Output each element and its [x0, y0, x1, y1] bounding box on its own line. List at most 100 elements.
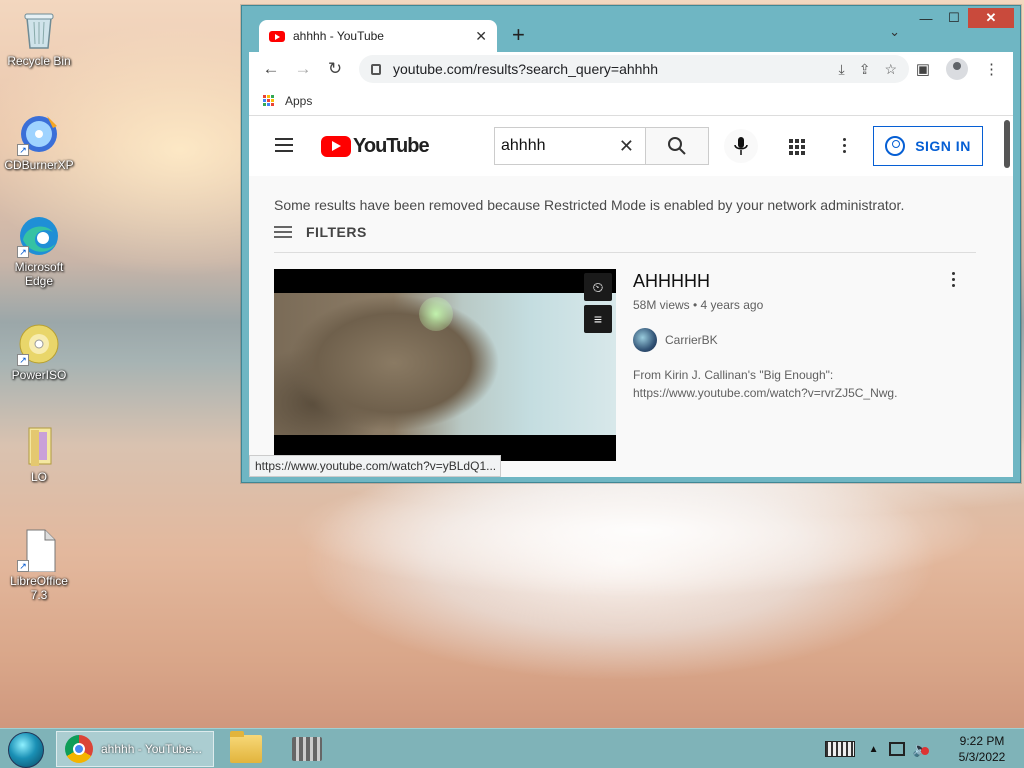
sign-in-button[interactable]: SIGN IN [873, 126, 983, 166]
desktop-icon-label: LO [30, 470, 47, 484]
bookmark-star-icon[interactable]: ☆ [884, 61, 897, 78]
channel-name[interactable]: CarrierBK [665, 333, 718, 347]
youtube-logo-text: YouTube [353, 135, 430, 157]
lens-flare [419, 297, 453, 331]
lock-icon [371, 63, 381, 75]
desktop-icon-label: Microsoft Edge [14, 260, 64, 288]
desktop-icon-poweriso[interactable]: ↗ PowerISO [4, 322, 74, 382]
show-hidden-icons-icon[interactable]: ▲ [869, 744, 879, 755]
folder-icon [17, 424, 61, 468]
youtube-play-icon [321, 136, 351, 157]
desktop-icon-recycle-bin[interactable]: Recycle Bin [4, 8, 74, 68]
search-icon [668, 137, 686, 155]
apps-grid-icon [263, 94, 275, 107]
watch-later-icon[interactable]: ⏲ [584, 273, 612, 301]
taskbar: ahhhh - YouTube... ▲ 🔈 9:22 PM 5/3/2022 [0, 728, 1024, 768]
clear-search-icon[interactable]: ✕ [619, 136, 634, 157]
profile-avatar-icon[interactable] [946, 58, 968, 80]
shortcut-arrow-icon: ↗ [17, 144, 29, 156]
tab-title: ahhhh - YouTube [293, 29, 384, 43]
search-input[interactable]: ahhhh ✕ [494, 127, 646, 165]
control-panel-icon[interactable] [292, 737, 322, 761]
chrome-icon [65, 735, 93, 763]
edge-icon: ↗ [17, 214, 61, 258]
bookmarks-bar: Apps [249, 86, 1013, 116]
disc-icon: ↗ [17, 322, 61, 366]
youtube-apps-icon[interactable] [789, 139, 805, 155]
page-scrollbar[interactable] [1004, 120, 1010, 168]
video-thumbnail[interactable]: ⏲ ≡ [274, 269, 616, 461]
user-circle-icon [885, 136, 906, 156]
channel-avatar[interactable] [633, 328, 657, 352]
description-line: From Kirin J. Callinan's "Big Enough": [633, 368, 834, 382]
back-button[interactable]: ← [255, 59, 287, 79]
description-link[interactable]: https://www.youtube.com/watch?v=rvrZJ5C_… [633, 384, 973, 402]
clock[interactable]: 9:22 PM 5/3/2022 [940, 733, 1024, 765]
address-bar[interactable]: youtube.com/results?search_query=ahhhh ⤓… [359, 55, 909, 83]
add-to-queue-icon[interactable]: ≡ [584, 305, 612, 333]
video-action-menu-icon[interactable] [952, 272, 956, 290]
system-tray: ▲ 🔈 9:22 PM 5/3/2022 [824, 729, 1024, 768]
divider [274, 252, 976, 253]
reload-button[interactable]: ↻ [319, 59, 351, 79]
browser-toolbar: ← → ↻ youtube.com/results?search_query=a… [249, 52, 1013, 86]
close-tab-icon[interactable]: ✕ [475, 28, 487, 45]
install-icon[interactable]: ⤓ [839, 61, 845, 78]
shortcut-arrow-icon: ↗ [17, 560, 29, 572]
taskbar-item-label: ahhhh - YouTube... [101, 742, 202, 756]
filters-label: FILTERS [306, 224, 367, 240]
clock-time: 9:22 PM [959, 734, 1005, 748]
shortcut-arrow-icon: ↗ [17, 246, 29, 258]
video-description: From Kirin J. Callinan's "Big Enough": h… [633, 366, 973, 402]
youtube-logo[interactable]: YouTube [321, 135, 430, 158]
youtube-header: YouTube ahhhh ✕ SIGN IN [249, 116, 1013, 176]
browser-window[interactable]: — ☐ ✕ ahhhh - YouTube ✕ + ⌄ ← → ↻ youtub… [241, 5, 1021, 483]
sign-in-label: SIGN IN [915, 138, 971, 154]
side-panel-icon[interactable]: ▣ [916, 60, 930, 78]
youtube-page: YouTube ahhhh ✕ SIGN IN Some results hav… [249, 116, 1013, 477]
search-query-text: ahhhh [501, 137, 546, 154]
share-icon[interactable]: ⇪ [859, 61, 871, 78]
desktop-icon-lo-folder[interactable]: LO [4, 424, 74, 484]
tab-youtube[interactable]: ahhhh - YouTube ✕ [259, 20, 497, 52]
channel-link[interactable]: CarrierBK [633, 328, 973, 352]
settings-kebab-icon[interactable] [843, 138, 847, 156]
restricted-mode-notice: Some results have been removed because R… [274, 197, 905, 213]
tab-strip: ahhhh - YouTube ✕ + ⌄ [249, 16, 1020, 52]
address-url: youtube.com/results?search_query=ahhhh [393, 61, 659, 77]
status-bar-url: https://www.youtube.com/watch?v=yBLdQ1..… [249, 455, 501, 477]
microphone-icon [734, 137, 748, 155]
hamburger-menu-icon[interactable] [275, 138, 293, 156]
start-button[interactable] [8, 732, 44, 768]
filter-sliders-icon [274, 225, 292, 239]
desktop-icon-label: PowerISO [11, 368, 67, 382]
bookmark-apps[interactable]: Apps [285, 94, 312, 108]
browser-menu-icon[interactable]: ⋮ [984, 60, 999, 78]
desktop-icon-label: Recycle Bin [7, 54, 71, 68]
video-meta: 58M views • 4 years ago [633, 298, 764, 312]
tab-search-chevron-icon[interactable]: ⌄ [889, 24, 900, 40]
desktop-icon-libreoffice[interactable]: ↗ LibreOffice 7.3 [4, 528, 74, 602]
desktop-icon-cdburnerxp[interactable]: ↗ CDBurnerXP [4, 112, 74, 172]
new-tab-button[interactable]: + [512, 22, 525, 48]
network-icon[interactable] [888, 742, 905, 756]
cd-burner-icon: ↗ [17, 112, 61, 156]
voice-search-button[interactable] [724, 129, 758, 163]
video-title[interactable]: AHHHHH [633, 271, 973, 292]
file-explorer-icon[interactable] [230, 731, 262, 763]
recycle-bin-icon [17, 8, 61, 52]
youtube-favicon-icon [269, 30, 285, 42]
taskbar-item-chrome[interactable]: ahhhh - YouTube... [56, 731, 214, 767]
video-info: AHHHHH 58M views • 4 years ago CarrierBK… [633, 269, 973, 402]
desktop-icon-label: CDBurnerXP [4, 158, 74, 172]
forward-button[interactable]: → [287, 59, 319, 79]
document-icon: ↗ [17, 528, 61, 573]
desktop-icon-label: LibreOffice 7.3 [10, 574, 68, 602]
clock-date: 5/3/2022 [958, 750, 1006, 764]
keyboard-icon[interactable] [824, 741, 855, 757]
shortcut-arrow-icon: ↗ [17, 354, 29, 366]
search-button[interactable] [645, 127, 709, 165]
filters-button[interactable]: FILTERS [274, 224, 367, 240]
volume-muted-icon[interactable]: 🔈 [913, 741, 930, 758]
desktop-icon-edge[interactable]: ↗ Microsoft Edge [4, 214, 74, 288]
